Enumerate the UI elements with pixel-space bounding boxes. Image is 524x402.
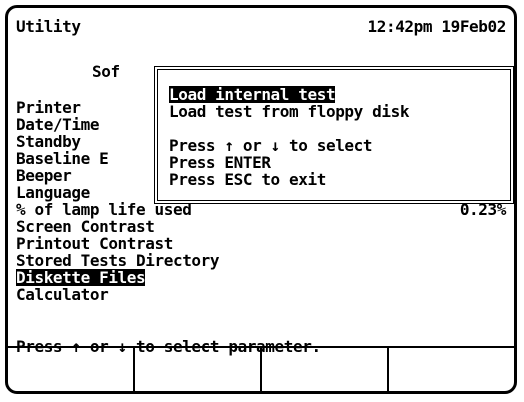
load-test-popup: Load internal test Load test from floppy…: [154, 66, 514, 204]
softkey-bar: [8, 346, 514, 391]
popup-option-internal[interactable]: Load internal test: [169, 86, 336, 103]
menu-item-calculator[interactable]: Calculator: [16, 286, 109, 303]
softkey-1[interactable]: [8, 348, 135, 391]
softkey-3[interactable]: [262, 348, 389, 391]
clock-date: 12:42pm 19Feb02: [367, 17, 507, 36]
menu-item-baseline[interactable]: Baseline E: [16, 150, 109, 167]
menu-item-diskette-files[interactable]: Diskette Files: [16, 269, 146, 286]
menu-item-language[interactable]: Language: [16, 184, 90, 201]
popup-instruction-esc: Press ESC to exit: [169, 170, 326, 189]
menu-item-printer[interactable]: Printer: [16, 99, 81, 116]
screen-title: Utility: [16, 17, 81, 36]
menu-item-screen-contrast[interactable]: Screen Contrast: [16, 218, 155, 235]
menu-item-stored-tests[interactable]: Stored Tests Directory: [16, 252, 220, 269]
menu-item-beeper[interactable]: Beeper: [16, 167, 72, 184]
menu-item-date-time[interactable]: Date/Time: [16, 116, 100, 133]
popup-option-floppy[interactable]: Load test from floppy disk: [169, 103, 409, 120]
menu-item-standby[interactable]: Standby: [16, 133, 81, 150]
utility-screen: Utility 12:42pm 19Feb02 Sof Printer Date…: [5, 5, 517, 394]
popup-instruction-enter: Press ENTER: [169, 153, 271, 172]
menu-item-printout-contrast[interactable]: Printout Contrast: [16, 235, 173, 252]
softkey-2[interactable]: [135, 348, 262, 391]
popup-instruction-select: Press ↑ or ↓ to select: [169, 136, 373, 155]
menu-item-software[interactable]: Sof: [92, 63, 120, 80]
softkey-4[interactable]: [389, 348, 514, 391]
